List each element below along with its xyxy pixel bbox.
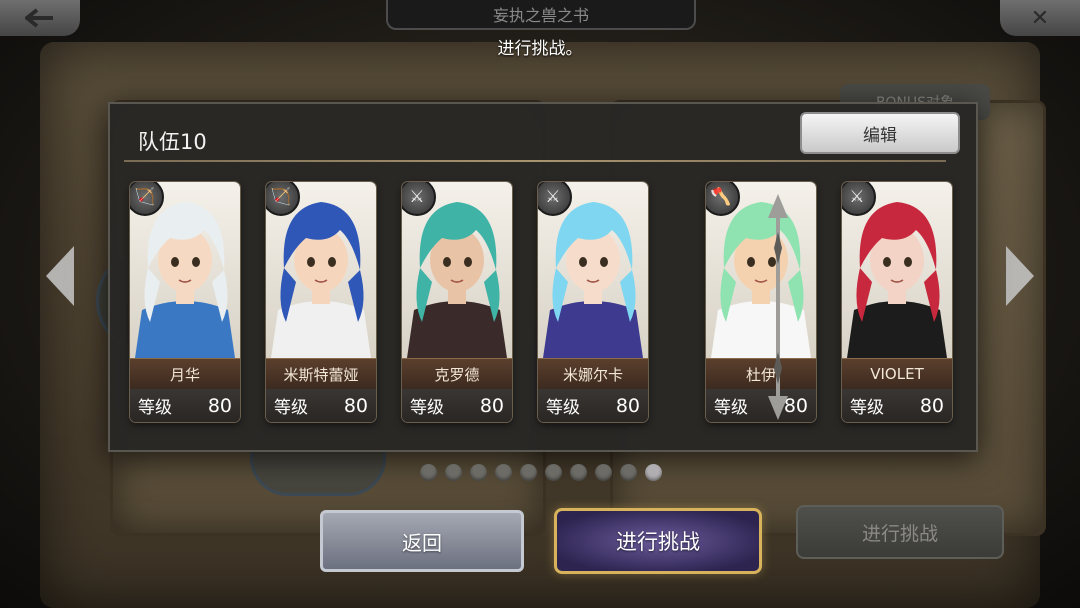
start-challenge-button[interactable]: 进行挑战	[554, 508, 762, 574]
next-team-arrow-icon[interactable]	[1004, 244, 1036, 308]
page-dot[interactable]	[520, 464, 537, 481]
character-name: 月华	[130, 358, 240, 390]
character-name: 克罗德	[402, 358, 512, 390]
team-pagination	[420, 464, 662, 481]
edit-team-button[interactable]: 编辑	[800, 112, 960, 154]
page-dot[interactable]	[470, 464, 487, 481]
character-level: 等级 80	[706, 389, 816, 422]
character-card[interactable]: ⚔ 米娜尔卡 等级 80	[538, 182, 648, 422]
character-card[interactable]: ⚔ VIOLET 等级 80	[842, 182, 952, 422]
prev-team-arrow-icon[interactable]	[44, 244, 76, 308]
team-panel: 队伍10 编辑 🏹 月华 等级 80 🏹 米斯特蕾娅 等级 80 ⚔ 克罗德 等…	[108, 102, 978, 452]
page-dot[interactable]	[445, 464, 462, 481]
level-label: 等级	[410, 398, 444, 418]
back-arrow-icon	[25, 8, 53, 28]
level-label: 等级	[138, 398, 172, 418]
row-separator-icon	[768, 194, 788, 420]
book-title: 妄执之兽之书	[386, 0, 696, 30]
close-button[interactable]: ✕	[1000, 0, 1080, 36]
character-level: 等级 80	[538, 389, 648, 422]
close-icon: ✕	[1030, 5, 1050, 31]
character-card[interactable]: 🏹 米斯特蕾娅 等级 80	[266, 182, 376, 422]
level-label: 等级	[546, 398, 580, 418]
character-name: VIOLET	[842, 358, 952, 390]
character-card[interactable]: 🪓 杜伊 等级 80	[706, 182, 816, 422]
title-divider	[124, 160, 946, 162]
character-level: 等级 80	[842, 389, 952, 422]
character-card[interactable]: ⚔ 克罗德 等级 80	[402, 182, 512, 422]
level-label: 等级	[850, 398, 884, 418]
level-label: 等级	[714, 398, 748, 418]
return-button[interactable]: 返回	[320, 510, 524, 572]
character-level: 等级 80	[130, 389, 240, 422]
page-dot[interactable]	[570, 464, 587, 481]
character-name: 米娜尔卡	[538, 358, 648, 390]
level-value: 80	[207, 394, 232, 417]
page-dot[interactable]	[620, 464, 637, 481]
page-dot[interactable]	[545, 464, 562, 481]
back-arrow-button[interactable]	[0, 0, 80, 36]
character-card[interactable]: 🏹 月华 等级 80	[130, 182, 240, 422]
page-dot[interactable]	[645, 464, 662, 481]
character-name: 米斯特蕾娅	[266, 358, 376, 390]
page-dot[interactable]	[495, 464, 512, 481]
level-value: 80	[919, 394, 944, 417]
level-value: 80	[343, 394, 368, 417]
page-dot[interactable]	[595, 464, 612, 481]
character-level: 等级 80	[402, 389, 512, 422]
instruction-text: 进行挑战。	[497, 39, 583, 59]
bg-challenge-button: 进行挑战	[796, 505, 1004, 559]
character-level: 等级 80	[266, 389, 376, 422]
level-label: 等级	[274, 398, 308, 418]
page-dot[interactable]	[420, 464, 437, 481]
level-value: 80	[615, 394, 640, 417]
character-name: 杜伊	[706, 358, 816, 390]
level-value: 80	[479, 394, 504, 417]
team-title: 队伍10	[138, 130, 207, 154]
